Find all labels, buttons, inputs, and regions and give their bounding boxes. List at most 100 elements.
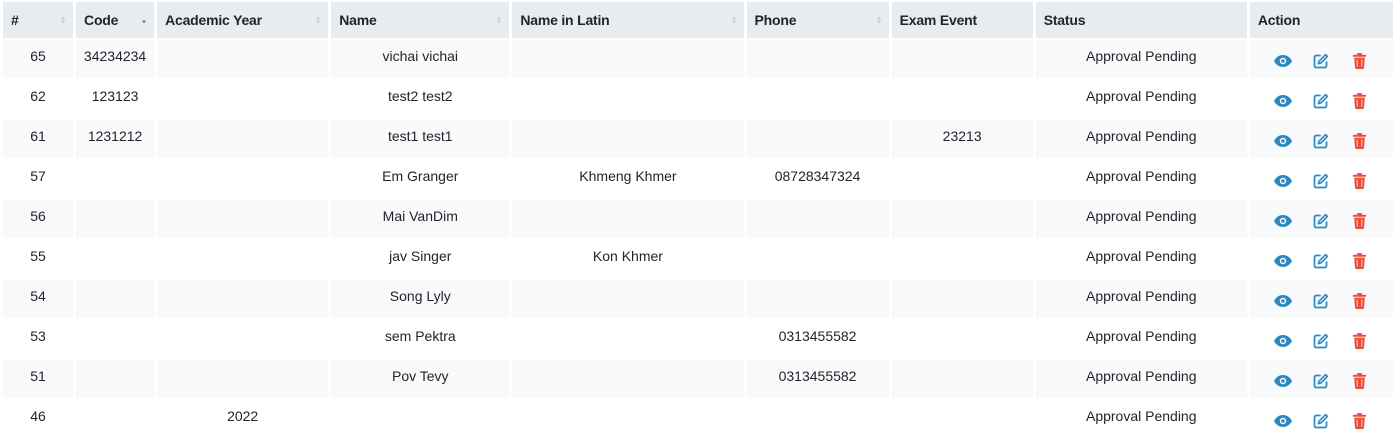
- delete-button[interactable]: [1348, 410, 1370, 432]
- cell-phone: 0313455582: [746, 360, 889, 398]
- edit-icon: [1314, 173, 1329, 189]
- cell-id: 62: [3, 80, 74, 118]
- delete-button[interactable]: [1348, 290, 1370, 312]
- view-button[interactable]: [1272, 210, 1294, 232]
- cell-name-latin: [512, 200, 744, 238]
- col-header-academic-year[interactable]: Academic Year: [157, 2, 329, 38]
- cell-phone: [746, 240, 889, 278]
- delete-button[interactable]: [1348, 210, 1370, 232]
- col-header-name-latin[interactable]: Name in Latin: [512, 2, 744, 38]
- view-button[interactable]: [1272, 410, 1294, 432]
- edit-button[interactable]: [1310, 130, 1332, 152]
- col-header-label: Exam Event: [899, 12, 978, 28]
- edit-button[interactable]: [1310, 410, 1332, 432]
- cell-code: [76, 360, 155, 398]
- cell-code: 123123: [76, 80, 155, 118]
- delete-button[interactable]: [1348, 170, 1370, 192]
- col-header-phone[interactable]: Phone: [746, 2, 889, 38]
- cell-action: [1249, 80, 1393, 118]
- cell-status: Approval Pending: [1035, 200, 1247, 238]
- row-actions: [1250, 170, 1393, 192]
- table-row: 56 Mai VanDim Approval Pending: [3, 200, 1393, 238]
- row-actions: [1250, 130, 1393, 152]
- cell-name: test2 test2: [331, 80, 510, 118]
- delete-button[interactable]: [1348, 130, 1370, 152]
- view-button[interactable]: [1272, 250, 1294, 272]
- cell-exam-event: [891, 200, 1033, 238]
- edit-button[interactable]: [1310, 290, 1332, 312]
- col-header-status[interactable]: Status: [1035, 2, 1247, 38]
- col-header-label: Status: [1043, 12, 1086, 28]
- eye-icon: [1274, 415, 1293, 427]
- cell-academic-year: [157, 200, 329, 238]
- edit-button[interactable]: [1310, 250, 1332, 272]
- row-actions: [1250, 410, 1393, 432]
- edit-button[interactable]: [1310, 170, 1332, 192]
- cell-name-latin: Kon Khmer: [512, 240, 744, 278]
- col-header-code[interactable]: Code: [76, 2, 155, 38]
- sort-icon: [61, 16, 66, 24]
- col-header-label: Code: [84, 12, 119, 28]
- cell-code: [76, 200, 155, 238]
- cell-name: Mai VanDim: [331, 200, 510, 238]
- edit-button[interactable]: [1310, 330, 1332, 352]
- cell-action: [1249, 360, 1393, 398]
- cell-id: 65: [3, 40, 74, 78]
- cell-code: 34234234: [76, 40, 155, 78]
- row-actions: [1250, 50, 1393, 72]
- view-button[interactable]: [1272, 290, 1294, 312]
- delete-button[interactable]: [1348, 370, 1370, 392]
- edit-icon: [1314, 253, 1329, 269]
- edit-button[interactable]: [1310, 90, 1332, 112]
- cell-academic-year: [157, 80, 329, 118]
- cell-action: [1249, 120, 1393, 158]
- edit-icon: [1314, 293, 1329, 309]
- sort-icon: [731, 16, 736, 24]
- cell-code: [76, 320, 155, 358]
- cell-exam-event: 23213: [891, 120, 1033, 158]
- col-header-exam-event[interactable]: Exam Event: [891, 2, 1033, 38]
- edit-icon: [1314, 213, 1329, 229]
- trash-icon: [1352, 253, 1366, 269]
- cell-status: Approval Pending: [1035, 280, 1247, 318]
- cell-exam-event: [891, 360, 1033, 398]
- cell-name: Em Granger: [331, 160, 510, 198]
- edit-icon: [1314, 133, 1329, 149]
- cell-status: Approval Pending: [1035, 120, 1247, 158]
- view-button[interactable]: [1272, 170, 1294, 192]
- col-header-label: Academic Year: [165, 12, 262, 28]
- trash-icon: [1352, 413, 1366, 429]
- cell-name: sem Pektra: [331, 320, 510, 358]
- row-actions: [1250, 330, 1393, 352]
- delete-button[interactable]: [1348, 50, 1370, 72]
- view-button[interactable]: [1272, 50, 1294, 72]
- edit-button[interactable]: [1310, 210, 1332, 232]
- delete-button[interactable]: [1348, 90, 1370, 112]
- trash-icon: [1352, 373, 1366, 389]
- cell-exam-event: [891, 240, 1033, 278]
- col-header-name[interactable]: Name: [331, 2, 510, 38]
- trash-icon: [1352, 333, 1366, 349]
- view-button[interactable]: [1272, 130, 1294, 152]
- students-table: # Code Academic Year Name Name in Latin …: [0, 0, 1396, 440]
- cell-name-latin: [512, 120, 744, 158]
- view-button[interactable]: [1272, 90, 1294, 112]
- col-header-id[interactable]: #: [3, 2, 74, 38]
- cell-academic-year: [157, 320, 329, 358]
- view-button[interactable]: [1272, 330, 1294, 352]
- cell-id: 61: [3, 120, 74, 158]
- table-row: 62 123123 test2 test2 Approval Pending: [3, 80, 1393, 118]
- delete-button[interactable]: [1348, 330, 1370, 352]
- eye-icon: [1274, 95, 1293, 107]
- delete-button[interactable]: [1348, 250, 1370, 272]
- eye-icon: [1274, 55, 1293, 67]
- row-actions: [1250, 210, 1393, 232]
- eye-icon: [1274, 175, 1293, 187]
- sort-icon: [316, 16, 321, 24]
- edit-button[interactable]: [1310, 50, 1332, 72]
- view-button[interactable]: [1272, 370, 1294, 392]
- edit-button[interactable]: [1310, 370, 1332, 392]
- cell-name-latin: [512, 360, 744, 398]
- cell-id: 51: [3, 360, 74, 398]
- cell-action: [1249, 240, 1393, 278]
